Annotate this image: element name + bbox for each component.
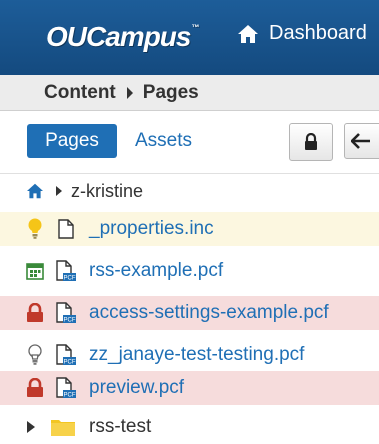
file-name[interactable]: _properties.inc [89,212,214,246]
folder-row[interactable]: rss-test [0,410,379,444]
lock-button[interactable] [289,123,333,161]
tabs-toolbar: Pages Assets [0,111,379,174]
logo-trademark: ™ [191,22,199,32]
file-row[interactable]: _properties.inc [0,212,379,246]
file-name[interactable]: access-settings-example.pcf [89,296,329,330]
folder-name[interactable]: rss-test [89,410,151,444]
tab-assets[interactable]: Assets [135,124,192,158]
pcf-file-icon: PCF [55,254,77,288]
pcf-badge: PCF [64,360,76,366]
home-icon[interactable] [26,183,44,199]
folder-icon [50,410,76,444]
current-folder: z-kristine [71,180,144,201]
file-name[interactable]: zz_janaye-test-testing.pcf [89,338,304,372]
pcf-file-icon: PCF [55,371,77,405]
breadcrumb-content[interactable]: Content [44,82,116,104]
file-name[interactable]: preview.pcf [89,371,184,405]
caret-right-icon[interactable] [27,410,35,444]
oucampus-logo[interactable]: OUCampus™ [46,21,199,53]
lightbulb-on-icon [24,212,46,246]
chevron-right-icon [126,86,134,99]
caret-right-icon [56,186,62,196]
lock-icon [304,133,318,151]
logo-text: OUCampus [46,21,191,52]
pcf-badge: PCF [64,393,76,399]
folder-path: z-kristine [0,173,379,209]
file-row[interactable]: PCF zz_janaye-test-testing.pcf [0,338,379,372]
dashboard-link[interactable]: Dashboard [237,22,367,45]
breadcrumb: Content Pages [0,75,379,111]
home-icon [237,24,259,44]
file-name[interactable]: rss-example.pcf [89,254,223,288]
dashboard-label: Dashboard [269,22,367,44]
arrow-left-icon [351,133,371,149]
calendar-icon [24,254,46,288]
file-row[interactable]: PCF rss-example.pcf [0,254,379,288]
file-row[interactable]: PCF access-settings-example.pcf [0,296,379,330]
back-button[interactable] [344,123,379,159]
pcf-badge: PCF [64,276,76,282]
lock-icon [24,296,46,330]
document-icon [55,212,77,246]
breadcrumb-pages: Pages [142,81,199,103]
lock-icon [24,371,46,405]
top-nav-bar: OUCampus™ Dashboard [0,0,379,75]
pcf-badge: PCF [64,318,76,324]
tab-pages[interactable]: Pages [27,124,117,158]
lightbulb-off-icon [24,338,46,372]
file-row[interactable]: PCF preview.pcf [0,371,379,405]
pcf-file-icon: PCF [55,338,77,372]
pcf-file-icon: PCF [55,296,77,330]
